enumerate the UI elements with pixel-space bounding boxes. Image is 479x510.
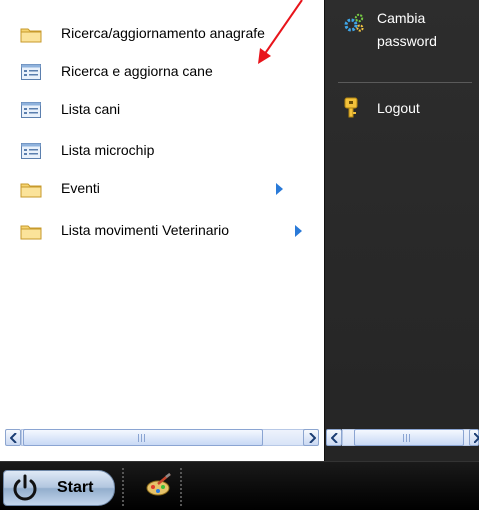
menu-item-lista-microchip[interactable]: Lista microchip	[0, 139, 320, 163]
menu-item-label: Ricerca e aggiorna cane	[61, 63, 213, 79]
menu-item-lista-cani[interactable]: Lista cani	[0, 98, 320, 122]
scroll-right-button[interactable]	[469, 429, 479, 446]
folder-icon	[20, 25, 42, 43]
menu-item-eventi[interactable]: Eventi	[0, 177, 320, 201]
menu-right-panel	[324, 0, 479, 461]
change-password-label-line1: Cambia	[377, 10, 426, 26]
scroll-thumb[interactable]	[354, 429, 464, 446]
start-button[interactable]: Start	[3, 470, 115, 506]
right-horizontal-scrollbar[interactable]	[326, 429, 479, 446]
submenu-arrow-icon	[295, 225, 302, 237]
taskbar-separator	[122, 468, 124, 506]
right-panel-divider	[338, 82, 472, 83]
list-form-icon	[20, 101, 42, 119]
scroll-left-button[interactable]	[5, 429, 21, 446]
left-horizontal-scrollbar[interactable]	[5, 429, 321, 446]
menu-item-label: Eventi	[61, 180, 100, 196]
taskbar-separator	[180, 468, 182, 506]
menu-item-label: Lista cani	[61, 101, 121, 117]
folder-icon	[20, 180, 42, 198]
logout-item[interactable]: Logout	[337, 95, 477, 123]
taskbar: Start	[0, 461, 479, 510]
list-form-icon	[20, 142, 42, 160]
menu-item-lista-movimenti-veterinario[interactable]: Lista movimenti Veterinario	[0, 219, 320, 243]
folder-icon	[20, 222, 42, 240]
menu-item-label: Ricerca/aggiornamento anagrafe	[61, 25, 265, 41]
scroll-left-button[interactable]	[326, 429, 342, 446]
list-form-icon	[20, 63, 42, 81]
key-icon	[343, 97, 359, 122]
start-label: Start	[57, 479, 94, 496]
scroll-right-button[interactable]	[303, 429, 319, 446]
gear-icon	[342, 12, 366, 39]
menu-item-label: Lista movimenti Veterinario	[61, 222, 230, 238]
power-icon	[10, 473, 40, 506]
change-password-label-line2: password	[377, 33, 437, 49]
annotation-arrow-icon	[258, 0, 303, 64]
paint-icon[interactable]	[144, 472, 174, 501]
change-password-item[interactable]: Cambia password	[337, 6, 477, 66]
submenu-arrow-icon	[276, 183, 283, 195]
scroll-thumb[interactable]	[23, 429, 263, 446]
menu-item-label: Lista microchip	[61, 142, 155, 158]
logout-label: Logout	[377, 100, 420, 116]
